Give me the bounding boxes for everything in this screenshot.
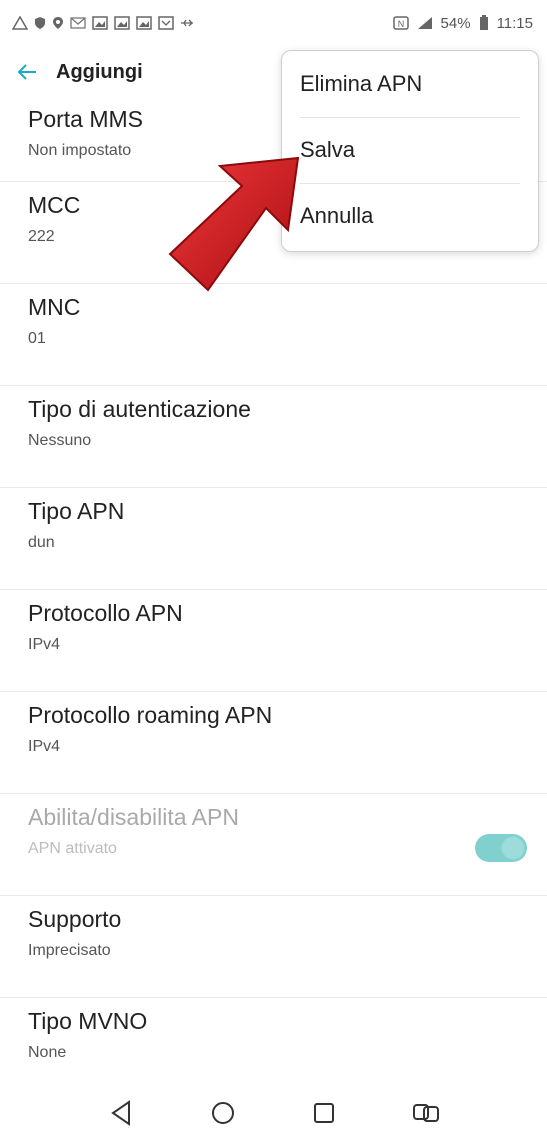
setting-title: Tipo MVNO	[28, 1008, 148, 1034]
mail-icon	[70, 17, 86, 29]
battery-percent: 54%	[440, 14, 471, 32]
gallery-icon	[114, 16, 130, 30]
status-notifications	[12, 16, 194, 30]
setting-auth-type[interactable]: Tipo di autenticazione Nessuno	[0, 386, 547, 488]
warning-icon	[12, 16, 28, 30]
setting-value: IPv4	[28, 636, 61, 653]
nav-recents-button[interactable]	[309, 1098, 339, 1128]
setting-title: Protocollo APN	[28, 600, 183, 626]
page-title: Aggiungi	[56, 60, 143, 83]
usb-icon	[181, 19, 193, 27]
setting-value: None	[28, 1044, 67, 1061]
gallery-icon	[92, 16, 108, 30]
apn-enable-toggle	[475, 834, 527, 862]
dual-window-icon	[413, 1104, 440, 1122]
setting-value: APN attivato	[28, 840, 117, 857]
screen-icon	[158, 16, 174, 30]
recents-icon	[314, 1103, 335, 1123]
nav-home-button[interactable]	[208, 1098, 238, 1128]
setting-title: Abilita/disabilita APN	[28, 804, 239, 830]
shield-icon	[35, 17, 45, 29]
setting-apn-enable: Abilita/disabilita APN APN attivato	[0, 794, 547, 896]
red-pointer-arrow-icon	[168, 156, 300, 292]
location-icon	[53, 17, 63, 29]
setting-bearer[interactable]: Supporto Imprecisato	[0, 896, 547, 998]
toggle-knob	[501, 836, 525, 860]
clock: 11:15	[496, 14, 533, 32]
status-system: N 54% 11:15	[392, 14, 533, 32]
setting-mvno-type[interactable]: Tipo MVNO None	[0, 998, 547, 1100]
back-arrow-icon[interactable]	[16, 61, 38, 83]
home-icon	[211, 1102, 234, 1124]
nav-dual-window-button[interactable]	[411, 1098, 441, 1128]
overflow-menu: Elimina APN Salva Annulla	[281, 50, 539, 252]
svg-text:N: N	[397, 19, 404, 29]
nfc-icon: N	[392, 16, 409, 30]
setting-apn-type[interactable]: Tipo APN dun	[0, 488, 547, 590]
navigation-bar	[0, 1088, 547, 1138]
setting-title: Tipo di autenticazione	[28, 396, 251, 422]
signal-icon	[417, 17, 432, 29]
menu-item-cancel[interactable]: Annulla	[282, 183, 538, 249]
status-bar: N 54% 11:15	[0, 0, 547, 46]
setting-title: Tipo APN	[28, 498, 125, 524]
setting-value: 01	[28, 330, 46, 347]
setting-value: Nessuno	[28, 432, 92, 449]
setting-title: Protocollo roaming APN	[28, 702, 273, 728]
setting-apn-roaming-protocol[interactable]: Protocollo roaming APN IPv4	[0, 692, 547, 794]
back-icon	[111, 1100, 130, 1126]
gallery-icon	[136, 16, 152, 30]
setting-value: Imprecisato	[28, 942, 111, 959]
battery-icon	[479, 15, 488, 30]
setting-apn-protocol[interactable]: Protocollo APN IPv4	[0, 590, 547, 692]
setting-value: IPv4	[28, 738, 61, 755]
setting-value: dun	[28, 534, 55, 551]
setting-title: Supporto	[28, 906, 122, 932]
menu-item-delete-apn[interactable]: Elimina APN	[282, 51, 538, 117]
nav-back-button[interactable]	[106, 1098, 136, 1128]
menu-item-save[interactable]: Salva	[282, 117, 538, 183]
